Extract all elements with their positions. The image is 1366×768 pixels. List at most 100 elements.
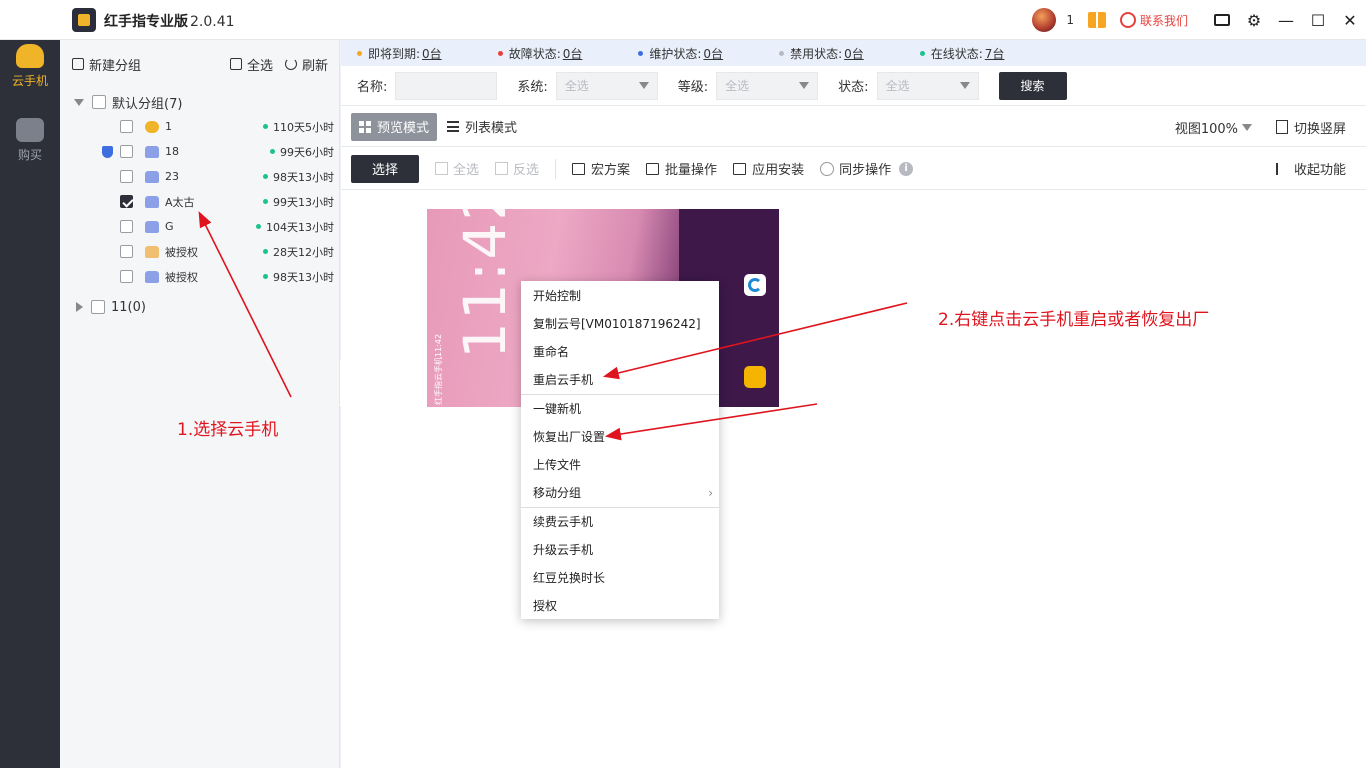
system-value: 全选 [564,79,589,93]
group-11[interactable]: 11(0) [60,295,340,319]
view-options: 视图100% 切换竖屏 [1175,107,1366,147]
close-button[interactable]: ✕ [1334,11,1366,30]
select-all-checkbox[interactable]: 全选 [435,159,479,178]
device-time-remaining: 99天13小时 [263,194,334,210]
status-value[interactable]: 0台 [563,45,583,62]
new-group-button[interactable]: 新建分组 [72,55,141,74]
phone-clock: 11:42 [451,209,519,359]
context-menu-item[interactable]: 上传文件 [521,451,719,479]
device-row[interactable]: G 104天13小时 [60,214,340,239]
device-checkbox[interactable] [120,195,133,208]
batch-icon [646,162,660,175]
search-button[interactable]: 搜索 [998,71,1067,100]
refresh-button[interactable]: 刷新 [284,55,328,74]
device-row[interactable]: 23 98天13小时 [60,164,340,189]
device-row[interactable]: 被授权 28天12小时 [60,239,340,264]
system-select[interactable]: 全选 [555,71,658,100]
context-menu-item[interactable]: 授权 [521,592,719,620]
wallet-icon [16,118,44,142]
mail-button[interactable] [1206,11,1238,30]
refresh-icon [284,58,297,70]
collapse-label: 收起功能 [1293,163,1346,178]
select-all-button[interactable]: 全选 [229,55,273,74]
status-value[interactable]: 0台 [703,45,723,62]
state-select[interactable]: 全选 [876,71,979,100]
refresh-label: 刷新 [301,58,328,74]
preview-mode-button[interactable]: 预览模式 [351,112,438,141]
nav-cloud-phone-label: 云手机 [11,74,48,88]
switch-portrait-button[interactable]: 切换竖屏 [1275,118,1346,137]
context-menu-item[interactable]: 开始控制 [521,282,719,310]
context-menu-item[interactable]: 升级云手机 [521,536,719,564]
device-row[interactable]: 被授权 98天13小时 [60,264,340,289]
status-value[interactable]: 7台 [985,45,1005,62]
context-menu-item[interactable]: 红豆兑换时长 [521,564,719,592]
gift-icon[interactable] [1087,12,1106,28]
system-label: 系统: [517,80,548,95]
menu-item-label: 移动分组 [533,486,582,500]
macro-button[interactable]: 宏方案 [572,159,630,178]
group-checkbox[interactable] [91,300,105,314]
preview-mode-label: 预览模式 [377,121,430,136]
nav-cloud-phone[interactable]: 云手机 [0,44,60,89]
sync-operation-toggle[interactable]: 同步操作 i [820,159,914,178]
context-menu-item[interactable]: 一键新机 [521,395,719,423]
group-default[interactable]: 默认分组(7) [60,90,340,114]
device-checkbox[interactable] [120,145,133,158]
device-row[interactable]: 18 99天6小时 [60,139,340,164]
list-mode-label: 列表模式 [465,121,518,136]
context-menu-item[interactable]: 重命名 [521,338,719,366]
name-input[interactable] [395,71,498,100]
minimize-button[interactable]: — [1270,11,1302,30]
shield-icon [102,146,113,158]
status-value[interactable]: 0台 [422,45,442,62]
collapse-arrow-icon[interactable] [76,302,83,312]
nav-buy[interactable]: 购买 [0,118,60,163]
select-button[interactable]: 选择 [351,154,419,183]
device-checkbox[interactable] [120,170,133,183]
context-menu-item[interactable]: 复制云号[VM010187196242] [521,310,719,338]
expand-arrow-icon[interactable] [74,98,84,106]
menu-item-label: 复制云号[VM010187196242] [533,317,701,331]
context-menu-item[interactable]: 重启云手机 [521,366,719,394]
device-row[interactable]: A太古 99天13小时 [60,189,340,214]
close-icon: ✕ [1343,10,1357,30]
device-checkbox[interactable] [120,270,133,283]
device-checkbox[interactable] [120,245,133,258]
status-value[interactable]: 0台 [844,45,864,62]
status-bar: 即将到期: 0台 故障状态: 0台 维护状态: 0台 禁用状态: 0台 在线状态: 7台 [341,40,1366,66]
group-checkbox[interactable] [92,95,106,109]
app-install-button[interactable]: 应用安装 [733,159,804,178]
context-menu-item[interactable]: 恢复出厂设置 [521,423,719,451]
level-select[interactable]: 全选 [716,71,819,100]
minimize-icon: — [1278,10,1294,30]
context-menu-item[interactable]: 移动分组 › [521,479,719,507]
view-bar: 预览模式 列表模式 视图100% 切换竖屏 [341,107,1366,147]
zoom-value: 视图100% [1174,121,1238,137]
settings-button[interactable]: ⚙ [1238,11,1270,30]
new-group-label: 新建分组 [89,58,142,74]
collapse-function-button[interactable]: 收起功能 [1275,159,1346,178]
info-icon[interactable]: i [899,161,914,176]
contact-us-button[interactable]: 联系我们 [1119,12,1188,29]
android-icon [145,145,159,158]
device-time-remaining: 110天5小时 [263,119,334,135]
context-menu-item[interactable]: 续费云手机 [521,508,719,536]
status-dot-icon [638,50,644,56]
status-label: 故障状态: [508,46,561,61]
list-mode-button[interactable]: 列表模式 [439,113,525,141]
device-checkbox[interactable] [120,120,133,133]
batch-operation-button[interactable]: 批量操作 [646,159,717,178]
maximize-button[interactable]: ☐ [1302,11,1334,30]
context-menu: 开始控制复制云号[VM010187196242] 重命名 重启云手机 一键新机 恢复出厂… [521,281,719,619]
device-row[interactable]: 1 110天5小时 [60,114,340,139]
online-dot-icon [263,174,268,179]
state-value: 全选 [885,79,910,93]
invert-select-checkbox[interactable]: 反选 [495,159,539,178]
chevron-right-icon: › [708,486,713,500]
contact-us-label: 联系我们 [1139,13,1188,28]
online-dot-icon [263,249,268,254]
avatar[interactable] [1032,8,1057,32]
zoom-select[interactable]: 视图100% [1175,118,1252,137]
device-checkbox[interactable] [120,220,133,233]
